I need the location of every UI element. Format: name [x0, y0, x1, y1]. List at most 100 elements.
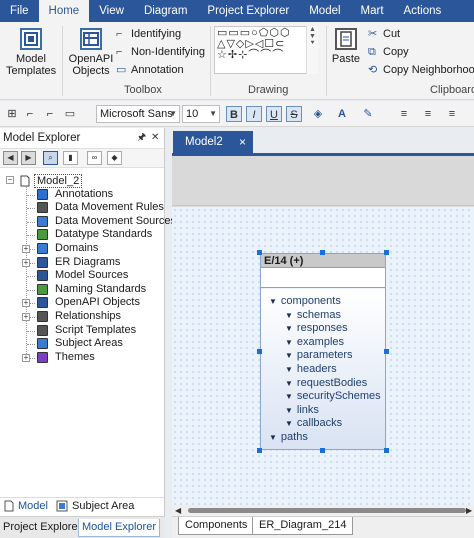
tree-item[interactable]: Model Sources	[0, 269, 164, 283]
pin-icon[interactable]: 🖈	[137, 128, 146, 148]
entity-attribute-row[interactable]: ▼ paths	[269, 431, 308, 445]
diagram-canvas[interactable]: E/14 (+) ▼ components ▼ schemas ▼ responses ▼ e…	[172, 207, 474, 505]
scroll-left-icon[interactable]: ◀	[175, 505, 181, 516]
tree-item[interactable]: Datatype Standards	[0, 228, 164, 242]
tree-item[interactable]: + Themes	[0, 351, 164, 365]
expand-icon[interactable]: +	[22, 353, 30, 362]
line-color-icon[interactable]: ✎	[360, 106, 376, 122]
search-icon[interactable]: ⌕	[43, 151, 58, 165]
entity-attribute-row[interactable]: ▼ examples	[285, 336, 344, 350]
model-view-tab[interactable]: Model	[4, 500, 48, 512]
triangle-down-icon[interactable]: ▼	[285, 309, 293, 323]
sheet-tab-er-diagram[interactable]: ER_Diagram_214	[252, 517, 354, 535]
tree-item[interactable]: Data Movement Rules	[0, 201, 164, 215]
entity-attribute-row[interactable]: ▼ requestBodies	[285, 377, 367, 391]
triangle-down-icon[interactable]: ▼	[269, 295, 277, 309]
properties-icon[interactable]: ◆	[107, 151, 122, 165]
order-icon[interactable]: ≡	[444, 106, 460, 122]
paste-button[interactable]: Paste	[330, 26, 362, 65]
tree-item[interactable]: + Domains	[0, 242, 164, 256]
bold-button[interactable]: B	[226, 106, 242, 122]
menu-mart[interactable]: Mart	[351, 0, 394, 22]
tree-item[interactable]: + ER Diagrams	[0, 256, 164, 270]
entity-attribute-row[interactable]: ▼ schemas	[285, 309, 341, 323]
triangle-down-icon[interactable]: ▼	[285, 322, 293, 336]
annotation-button[interactable]: ▭ Annotation	[116, 64, 184, 76]
selection-handle[interactable]	[257, 349, 262, 354]
expand-icon[interactable]: +	[22, 245, 30, 253]
entity-attribute-row[interactable]: ▼ responses	[285, 322, 348, 336]
selection-handle[interactable]	[384, 448, 389, 453]
tree-item[interactable]: Annotations	[0, 188, 164, 202]
copy-button[interactable]: ⧉ Copy	[368, 46, 409, 58]
tree-item[interactable]: + OpenAPI Objects	[0, 296, 164, 310]
menu-project-explorer[interactable]: Project Explorer	[197, 0, 299, 22]
entity-attribute-row[interactable]: ▼ headers	[285, 363, 337, 377]
openapi-objects-button[interactable]: OpenAPI Objects	[66, 26, 116, 77]
non-identifying-button[interactable]: ⌐ Non-Identifying	[116, 46, 205, 58]
drawing-shapes-gallery[interactable]: ▭▭▭○⬠⬡⬡ △▽◇▷◁☐⊂ ☆✢⊹⌒⌒⌒	[214, 26, 318, 74]
align-icon[interactable]: ≡	[396, 106, 412, 122]
menu-model[interactable]: Model	[299, 0, 350, 22]
expand-icon[interactable]: +	[22, 299, 30, 308]
callout-icon[interactable]: ▭	[62, 106, 78, 122]
tab-model2[interactable]: Model2 ×	[173, 131, 253, 153]
binoculars-icon[interactable]: ∞	[87, 151, 102, 165]
expand-icon[interactable]: +	[22, 258, 30, 267]
expand-icon[interactable]: +	[22, 313, 30, 321]
sheet-tab-components[interactable]: Components	[178, 517, 255, 535]
entity-box[interactable]: E/14 (+) ▼ components ▼ schemas ▼ responses ▼ e…	[260, 253, 386, 450]
copy-neighborhood-button[interactable]: ⟲ Copy Neighborhoo	[368, 64, 474, 76]
tree-item[interactable]: Data Movement Sources	[0, 215, 176, 229]
cut-button[interactable]: ✂ Cut	[368, 28, 400, 40]
tree-item[interactable]: Script Templates	[0, 324, 164, 338]
triangle-down-icon[interactable]: ▼	[285, 417, 293, 431]
selection-handle[interactable]	[384, 349, 389, 354]
triangle-down-icon[interactable]: ▼	[285, 363, 293, 377]
strikethrough-button[interactable]: S	[286, 106, 302, 122]
triangle-down-icon[interactable]: ▼	[285, 336, 293, 350]
font-color-icon[interactable]: A	[334, 106, 350, 122]
selection-handle[interactable]	[384, 250, 389, 255]
triangle-down-icon[interactable]: ▼	[285, 349, 293, 363]
close-icon[interactable]: ×	[239, 131, 246, 153]
delete-icon[interactable]: ▮	[63, 151, 78, 165]
entity-attribute-row[interactable]: ▼ links	[285, 404, 319, 418]
grid-layout-icon[interactable]: ⊞	[4, 106, 20, 122]
fill-color-icon[interactable]: ◈	[310, 106, 326, 122]
selection-handle[interactable]	[257, 448, 262, 453]
identifying-button[interactable]: ⌐ Identifying	[116, 28, 181, 40]
triangle-down-icon[interactable]: ▼	[269, 431, 277, 445]
menu-view[interactable]: View	[89, 0, 134, 22]
menu-file[interactable]: File	[0, 0, 39, 22]
collapse-icon[interactable]: −	[6, 176, 14, 184]
entity-attribute-row[interactable]: ▼ components	[269, 295, 341, 309]
model-templates-button[interactable]: Model Templates	[6, 26, 56, 77]
triangle-down-icon[interactable]: ▼	[285, 377, 293, 391]
tree-item[interactable]: Subject Areas	[0, 337, 164, 351]
triangle-down-icon[interactable]: ▼	[285, 404, 293, 418]
distribute-icon[interactable]: ≡	[420, 106, 436, 122]
selection-handle[interactable]	[320, 448, 325, 453]
italic-button[interactable]: I	[246, 106, 262, 122]
tab-project-explorer[interactable]: Project Explorer	[0, 519, 84, 537]
selection-handle[interactable]	[320, 250, 325, 255]
tree-item[interactable]: + Relationships	[0, 310, 164, 324]
entity-attribute-row[interactable]: ▼ parameters	[285, 349, 353, 363]
close-icon[interactable]: ✕	[151, 128, 159, 148]
font-name-select[interactable]: Microsoft Sans ▼	[96, 105, 180, 123]
line-style-icon[interactable]: ⌐	[22, 106, 38, 122]
font-size-select[interactable]: 10 ▼	[182, 105, 220, 123]
scroll-right-icon[interactable]: ▶	[466, 505, 472, 516]
entity-attribute-row[interactable]: ▼ securitySchemes	[285, 390, 381, 404]
selection-handle[interactable]	[257, 250, 262, 255]
back-icon[interactable]: ◀	[3, 151, 18, 165]
horizontal-scrollbar[interactable]: ◀ ▶	[172, 505, 474, 516]
scrollbar-thumb[interactable]	[188, 508, 466, 513]
connector-icon[interactable]: ⌐	[42, 106, 58, 122]
triangle-down-icon[interactable]: ▼	[285, 390, 293, 404]
forward-icon[interactable]: ▶	[21, 151, 36, 165]
entity-attribute-row[interactable]: ▼ callbacks	[285, 417, 342, 431]
menu-diagram[interactable]: Diagram	[134, 0, 197, 22]
shapes-gallery-scroll[interactable]: ▲ ▼ ⯆	[306, 26, 318, 74]
